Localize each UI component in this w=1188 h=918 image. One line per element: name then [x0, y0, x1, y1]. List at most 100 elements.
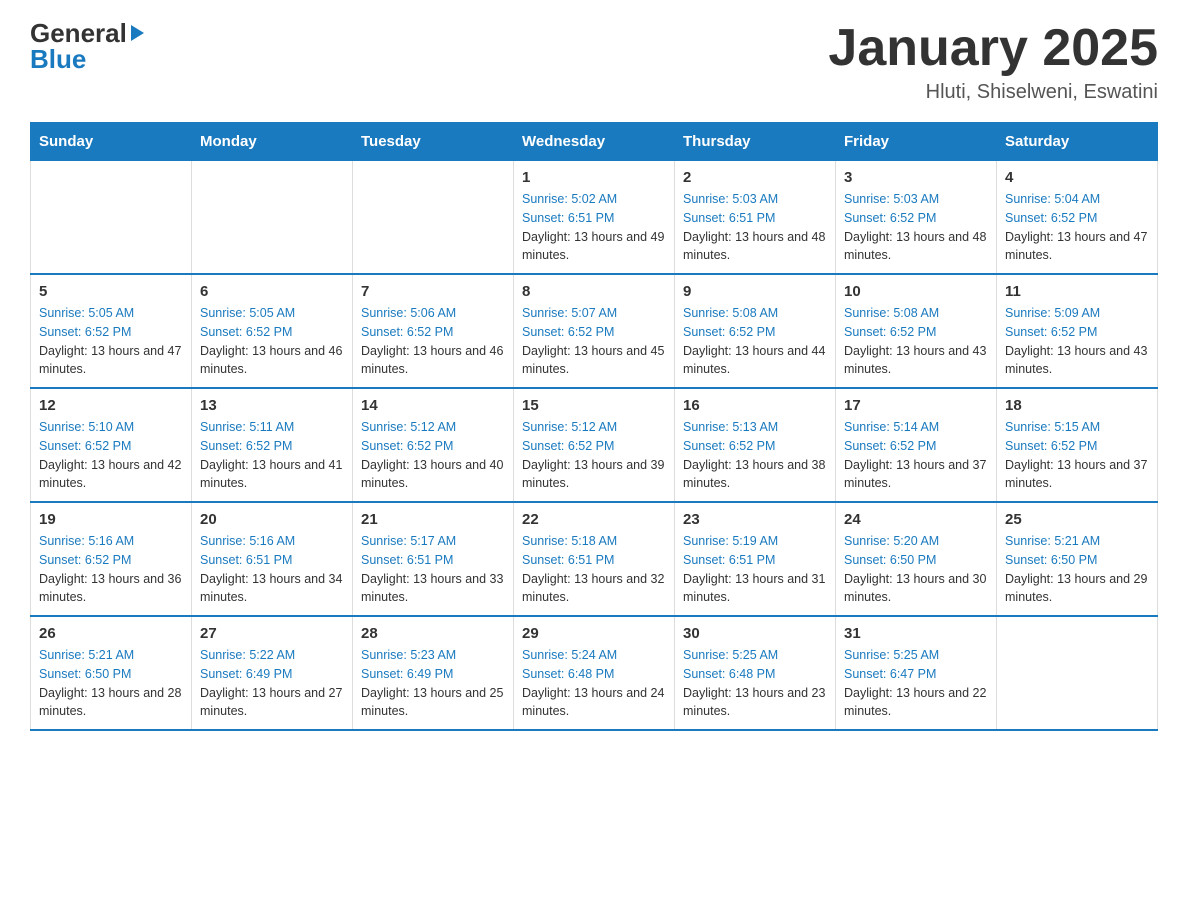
week-row-2: 5Sunrise: 5:05 AMSunset: 6:52 PMDaylight… — [31, 274, 1158, 388]
sun-info: Sunrise: 5:14 AMSunset: 6:52 PMDaylight:… — [844, 418, 988, 493]
sunrise-text: Sunrise: 5:11 AM — [200, 420, 294, 434]
sunrise-text: Sunrise: 5:02 AM — [522, 192, 617, 206]
week-row-5: 26Sunrise: 5:21 AMSunset: 6:50 PMDayligh… — [31, 616, 1158, 730]
sun-info: Sunrise: 5:16 AMSunset: 6:52 PMDaylight:… — [39, 532, 183, 607]
day-number: 4 — [1005, 169, 1149, 186]
sunrise-text: Sunrise: 5:21 AM — [1005, 534, 1100, 548]
sun-info: Sunrise: 5:07 AMSunset: 6:52 PMDaylight:… — [522, 304, 666, 379]
sunset-text: Sunset: 6:50 PM — [39, 667, 131, 681]
sunset-text: Sunset: 6:52 PM — [200, 439, 292, 453]
sun-info: Sunrise: 5:03 AMSunset: 6:51 PMDaylight:… — [683, 190, 827, 265]
sunset-text: Sunset: 6:52 PM — [39, 325, 131, 339]
day-number: 13 — [200, 397, 344, 414]
sunset-text: Sunset: 6:51 PM — [522, 553, 614, 567]
day-cell: 5Sunrise: 5:05 AMSunset: 6:52 PMDaylight… — [31, 274, 192, 388]
sunrise-text: Sunrise: 5:13 AM — [683, 420, 778, 434]
sunrise-text: Sunrise: 5:25 AM — [683, 648, 778, 662]
week-row-3: 12 Sunrise: 5:10 AMSunset: 6:52 PMDayligh… — [31, 388, 1158, 502]
sunrise-text: Sunrise: 5:16 AM — [200, 534, 295, 548]
day-cell: 7Sunrise: 5:06 AMSunset: 6:52 PMDaylight… — [353, 274, 514, 388]
sun-info: Sunrise: 5:15 AMSunset: 6:52 PMDaylight:… — [1005, 418, 1149, 493]
day-cell: 24Sunrise: 5:20 AMSunset: 6:50 PMDayligh… — [836, 502, 997, 616]
day-cell: 18Sunrise: 5:15 AMSunset: 6:52 PMDayligh… — [997, 388, 1158, 502]
day-number: 5 — [39, 283, 183, 300]
sunset-text: Sunset: 6:52 PM — [1005, 211, 1097, 225]
sun-info: Sunrise: 5:02 AMSunset: 6:51 PMDaylight:… — [522, 190, 666, 265]
sunset-text: Sunset: 6:49 PM — [200, 667, 292, 681]
day-number: 6 — [200, 283, 344, 300]
header-day-sunday: Sunday — [31, 123, 192, 161]
week-row-1: 1Sunrise: 5:02 AMSunset: 6:51 PMDaylight… — [31, 161, 1158, 275]
sun-info: Sunrise: 5:18 AMSunset: 6:51 PMDaylight:… — [522, 532, 666, 607]
sunset-text: Sunset: 6:49 PM — [361, 667, 453, 681]
day-number: 22 — [522, 511, 666, 528]
sunrise-text: Sunrise: 5:09 AM — [1005, 306, 1100, 320]
day-number: 10 — [844, 283, 988, 300]
sun-info: Sunrise: 5:19 AMSunset: 6:51 PMDaylight:… — [683, 532, 827, 607]
sun-info: Sunrise: 5:17 AMSunset: 6:51 PMDaylight:… — [361, 532, 505, 607]
day-cell: 22Sunrise: 5:18 AMSunset: 6:51 PMDayligh… — [514, 502, 675, 616]
day-cell: 28 Sunrise: 5:23 AMSunset: 6:49 PMDayligh… — [353, 616, 514, 730]
logo-general-text: General — [30, 20, 127, 46]
day-number: 7 — [361, 283, 505, 300]
day-number: 14 — [361, 397, 505, 414]
sun-info: Sunrise: 5:12 AMSunset: 6:52 PMDaylight:… — [522, 418, 666, 493]
sunrise-text: Sunrise: 5:15 AM — [1005, 420, 1100, 434]
day-number: 16 — [683, 397, 827, 414]
week-row-4: 19 Sunrise: 5:16 AMSunset: 6:52 PMDayligh… — [31, 502, 1158, 616]
sun-info: Sunrise: 5:03 AMSunset: 6:52 PMDaylight:… — [844, 190, 988, 265]
sunrise-text: Sunrise: 5:17 AM — [361, 534, 456, 548]
sun-info: Sunrise: 5:23 AMSunset: 6:49 PMDaylight:… — [361, 646, 505, 721]
sunset-text: Sunset: 6:52 PM — [1005, 439, 1097, 453]
sunrise-text: Sunrise: 5:03 AM — [683, 192, 778, 206]
day-number: 17 — [844, 397, 988, 414]
sunrise-text: Sunrise: 5:12 AM — [361, 420, 456, 434]
day-cell: 27Sunrise: 5:22 AMSunset: 6:49 PMDayligh… — [192, 616, 353, 730]
sunrise-text: Sunrise: 5:08 AM — [844, 306, 939, 320]
day-cell — [997, 616, 1158, 730]
sunrise-text: Sunrise: 5:08 AM — [683, 306, 778, 320]
sunrise-text: Sunrise: 5:18 AM — [522, 534, 617, 548]
day-number: 21 — [361, 511, 505, 528]
sunrise-text: Sunrise: 5:21 AM — [39, 648, 134, 662]
sunrise-text: Sunrise: 5:04 AM — [1005, 192, 1100, 206]
sunset-text: Sunset: 6:47 PM — [844, 667, 936, 681]
sunset-text: Sunset: 6:52 PM — [361, 325, 453, 339]
day-cell: 20Sunrise: 5:16 AMSunset: 6:51 PMDayligh… — [192, 502, 353, 616]
day-cell: 8Sunrise: 5:07 AMSunset: 6:52 PMDaylight… — [514, 274, 675, 388]
day-number: 11 — [1005, 283, 1149, 300]
sunset-text: Sunset: 6:51 PM — [522, 211, 614, 225]
day-number: 15 — [522, 397, 666, 414]
sunset-text: Sunset: 6:48 PM — [522, 667, 614, 681]
sunset-text: Sunset: 6:52 PM — [200, 325, 292, 339]
sunset-text: Sunset: 6:51 PM — [361, 553, 453, 567]
day-cell: 10Sunrise: 5:08 AMSunset: 6:52 PMDayligh… — [836, 274, 997, 388]
header-day-thursday: Thursday — [675, 123, 836, 161]
sun-info: Sunrise: 5:22 AMSunset: 6:49 PMDaylight:… — [200, 646, 344, 721]
day-number: 12 — [39, 397, 183, 414]
day-number: 2 — [683, 169, 827, 186]
header-day-monday: Monday — [192, 123, 353, 161]
header-row: SundayMondayTuesdayWednesdayThursdayFrid… — [31, 123, 1158, 161]
day-number: 19 — [39, 511, 183, 528]
sun-info: Sunrise: 5:25 AMSunset: 6:47 PMDaylight:… — [844, 646, 988, 721]
day-cell: 23Sunrise: 5:19 AMSunset: 6:51 PMDayligh… — [675, 502, 836, 616]
sunrise-text: Sunrise: 5:25 AM — [844, 648, 939, 662]
sunrise-text: Sunrise: 5:03 AM — [844, 192, 939, 206]
sunrise-text: Sunrise: 5:22 AM — [200, 648, 295, 662]
sun-info: Sunrise: 5:21 AMSunset: 6:50 PMDaylight:… — [39, 646, 183, 721]
day-cell: 17 Sunrise: 5:14 AMSunset: 6:52 PMDayligh… — [836, 388, 997, 502]
header-day-friday: Friday — [836, 123, 997, 161]
day-cell: 1Sunrise: 5:02 AMSunset: 6:51 PMDaylight… — [514, 161, 675, 275]
sunset-text: Sunset: 6:52 PM — [39, 553, 131, 567]
day-cell: 6Sunrise: 5:05 AMSunset: 6:52 PMDaylight… — [192, 274, 353, 388]
day-number: 28 — [361, 625, 505, 642]
sunset-text: Sunset: 6:52 PM — [39, 439, 131, 453]
sun-info: Sunrise: 5:10 AMSunset: 6:52 PMDaylight:… — [39, 418, 183, 493]
sunrise-text: Sunrise: 5:14 AM — [844, 420, 939, 434]
header-day-wednesday: Wednesday — [514, 123, 675, 161]
day-cell — [192, 161, 353, 275]
day-number: 18 — [1005, 397, 1149, 414]
sunset-text: Sunset: 6:52 PM — [522, 439, 614, 453]
logo-blue-text: Blue — [30, 46, 86, 72]
